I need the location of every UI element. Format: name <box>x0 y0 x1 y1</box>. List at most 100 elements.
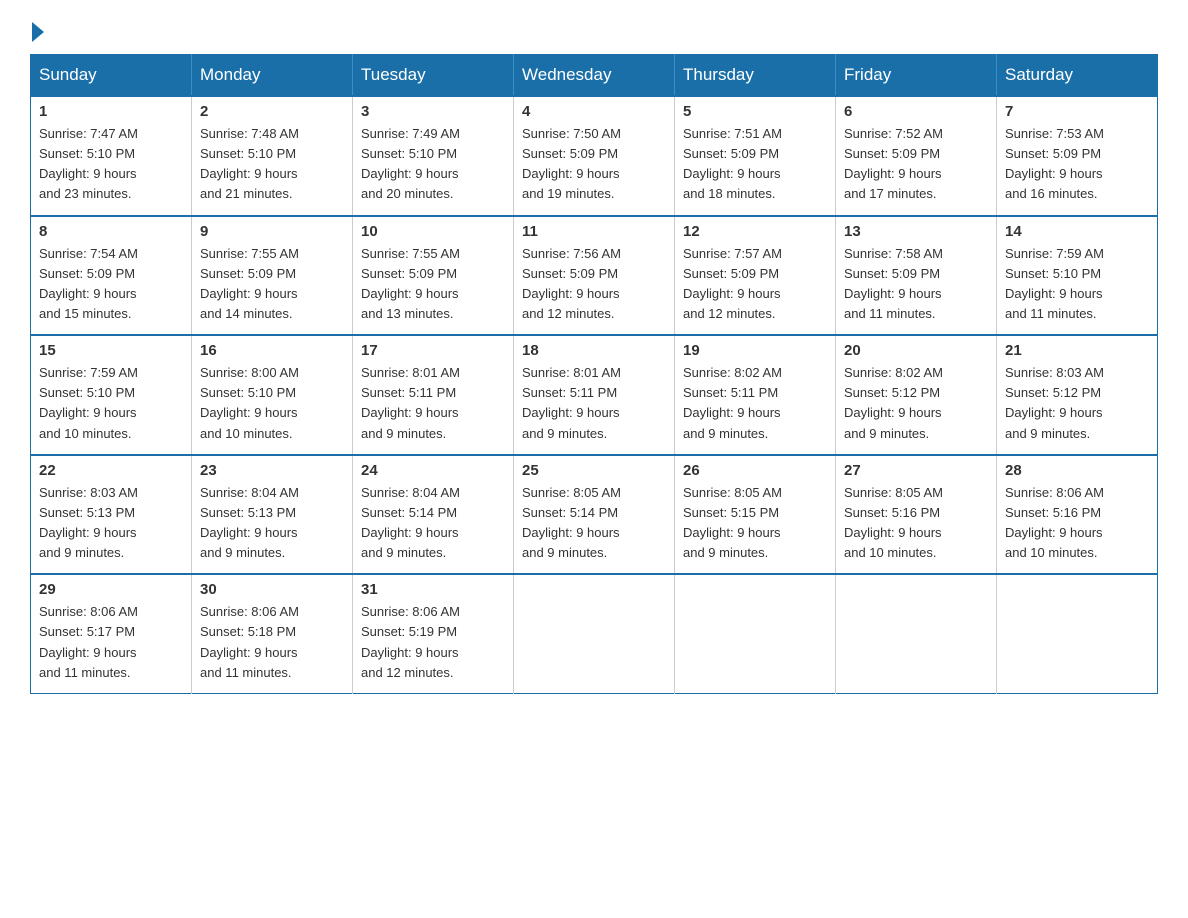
calendar-cell: 19 Sunrise: 8:02 AM Sunset: 5:11 PM Dayl… <box>675 335 836 455</box>
day-number: 18 <box>522 342 666 359</box>
day-number: 6 <box>844 103 988 120</box>
calendar-cell: 6 Sunrise: 7:52 AM Sunset: 5:09 PM Dayli… <box>836 96 997 216</box>
day-number: 9 <box>200 223 344 240</box>
calendar-week-2: 8 Sunrise: 7:54 AM Sunset: 5:09 PM Dayli… <box>31 216 1158 336</box>
day-info: Sunrise: 8:06 AM Sunset: 5:16 PM Dayligh… <box>1005 483 1149 564</box>
day-info: Sunrise: 8:05 AM Sunset: 5:16 PM Dayligh… <box>844 483 988 564</box>
day-number: 4 <box>522 103 666 120</box>
day-info: Sunrise: 8:01 AM Sunset: 5:11 PM Dayligh… <box>522 363 666 444</box>
day-info: Sunrise: 7:55 AM Sunset: 5:09 PM Dayligh… <box>200 244 344 325</box>
day-number: 7 <box>1005 103 1149 120</box>
day-info: Sunrise: 7:59 AM Sunset: 5:10 PM Dayligh… <box>1005 244 1149 325</box>
day-info: Sunrise: 7:59 AM Sunset: 5:10 PM Dayligh… <box>39 363 183 444</box>
calendar-cell: 25 Sunrise: 8:05 AM Sunset: 5:14 PM Dayl… <box>514 455 675 575</box>
day-info: Sunrise: 8:06 AM Sunset: 5:19 PM Dayligh… <box>361 602 505 683</box>
day-number: 26 <box>683 462 827 479</box>
day-info: Sunrise: 7:48 AM Sunset: 5:10 PM Dayligh… <box>200 124 344 205</box>
day-number: 13 <box>844 223 988 240</box>
calendar-cell: 13 Sunrise: 7:58 AM Sunset: 5:09 PM Dayl… <box>836 216 997 336</box>
calendar-cell: 3 Sunrise: 7:49 AM Sunset: 5:10 PM Dayli… <box>353 96 514 216</box>
calendar-cell: 27 Sunrise: 8:05 AM Sunset: 5:16 PM Dayl… <box>836 455 997 575</box>
calendar-cell: 12 Sunrise: 7:57 AM Sunset: 5:09 PM Dayl… <box>675 216 836 336</box>
day-info: Sunrise: 7:50 AM Sunset: 5:09 PM Dayligh… <box>522 124 666 205</box>
calendar-cell: 16 Sunrise: 8:00 AM Sunset: 5:10 PM Dayl… <box>192 335 353 455</box>
day-header-thursday: Thursday <box>675 55 836 97</box>
day-number: 3 <box>361 103 505 120</box>
day-number: 11 <box>522 223 666 240</box>
calendar-week-3: 15 Sunrise: 7:59 AM Sunset: 5:10 PM Dayl… <box>31 335 1158 455</box>
day-info: Sunrise: 8:06 AM Sunset: 5:18 PM Dayligh… <box>200 602 344 683</box>
day-header-sunday: Sunday <box>31 55 192 97</box>
calendar-cell: 21 Sunrise: 8:03 AM Sunset: 5:12 PM Dayl… <box>997 335 1158 455</box>
calendar-cell: 2 Sunrise: 7:48 AM Sunset: 5:10 PM Dayli… <box>192 96 353 216</box>
day-info: Sunrise: 7:55 AM Sunset: 5:09 PM Dayligh… <box>361 244 505 325</box>
calendar-cell: 15 Sunrise: 7:59 AM Sunset: 5:10 PM Dayl… <box>31 335 192 455</box>
calendar-cell: 17 Sunrise: 8:01 AM Sunset: 5:11 PM Dayl… <box>353 335 514 455</box>
calendar-cell: 11 Sunrise: 7:56 AM Sunset: 5:09 PM Dayl… <box>514 216 675 336</box>
day-number: 27 <box>844 462 988 479</box>
calendar-cell <box>514 574 675 693</box>
calendar-cell <box>997 574 1158 693</box>
calendar-cell <box>675 574 836 693</box>
day-info: Sunrise: 7:52 AM Sunset: 5:09 PM Dayligh… <box>844 124 988 205</box>
calendar-week-5: 29 Sunrise: 8:06 AM Sunset: 5:17 PM Dayl… <box>31 574 1158 693</box>
calendar-cell <box>836 574 997 693</box>
day-info: Sunrise: 7:56 AM Sunset: 5:09 PM Dayligh… <box>522 244 666 325</box>
calendar-cell: 28 Sunrise: 8:06 AM Sunset: 5:16 PM Dayl… <box>997 455 1158 575</box>
day-info: Sunrise: 8:04 AM Sunset: 5:14 PM Dayligh… <box>361 483 505 564</box>
calendar-cell: 23 Sunrise: 8:04 AM Sunset: 5:13 PM Dayl… <box>192 455 353 575</box>
calendar-cell: 4 Sunrise: 7:50 AM Sunset: 5:09 PM Dayli… <box>514 96 675 216</box>
day-number: 31 <box>361 581 505 598</box>
calendar-cell: 20 Sunrise: 8:02 AM Sunset: 5:12 PM Dayl… <box>836 335 997 455</box>
day-number: 10 <box>361 223 505 240</box>
logo-arrow-icon <box>32 22 44 42</box>
calendar-cell: 26 Sunrise: 8:05 AM Sunset: 5:15 PM Dayl… <box>675 455 836 575</box>
day-header-wednesday: Wednesday <box>514 55 675 97</box>
day-info: Sunrise: 8:05 AM Sunset: 5:15 PM Dayligh… <box>683 483 827 564</box>
day-number: 14 <box>1005 223 1149 240</box>
day-number: 20 <box>844 342 988 359</box>
day-number: 30 <box>200 581 344 598</box>
calendar-cell: 8 Sunrise: 7:54 AM Sunset: 5:09 PM Dayli… <box>31 216 192 336</box>
day-info: Sunrise: 7:57 AM Sunset: 5:09 PM Dayligh… <box>683 244 827 325</box>
day-number: 2 <box>200 103 344 120</box>
day-info: Sunrise: 8:03 AM Sunset: 5:13 PM Dayligh… <box>39 483 183 564</box>
day-info: Sunrise: 8:04 AM Sunset: 5:13 PM Dayligh… <box>200 483 344 564</box>
calendar-cell: 18 Sunrise: 8:01 AM Sunset: 5:11 PM Dayl… <box>514 335 675 455</box>
day-number: 28 <box>1005 462 1149 479</box>
day-number: 22 <box>39 462 183 479</box>
calendar-cell: 10 Sunrise: 7:55 AM Sunset: 5:09 PM Dayl… <box>353 216 514 336</box>
day-number: 23 <box>200 462 344 479</box>
calendar-cell: 29 Sunrise: 8:06 AM Sunset: 5:17 PM Dayl… <box>31 574 192 693</box>
day-info: Sunrise: 8:05 AM Sunset: 5:14 PM Dayligh… <box>522 483 666 564</box>
day-info: Sunrise: 8:02 AM Sunset: 5:12 PM Dayligh… <box>844 363 988 444</box>
day-number: 12 <box>683 223 827 240</box>
day-info: Sunrise: 8:02 AM Sunset: 5:11 PM Dayligh… <box>683 363 827 444</box>
day-number: 15 <box>39 342 183 359</box>
day-info: Sunrise: 7:54 AM Sunset: 5:09 PM Dayligh… <box>39 244 183 325</box>
calendar-week-1: 1 Sunrise: 7:47 AM Sunset: 5:10 PM Dayli… <box>31 96 1158 216</box>
calendar-table: SundayMondayTuesdayWednesdayThursdayFrid… <box>30 54 1158 694</box>
day-number: 19 <box>683 342 827 359</box>
day-number: 25 <box>522 462 666 479</box>
day-number: 21 <box>1005 342 1149 359</box>
calendar-cell: 31 Sunrise: 8:06 AM Sunset: 5:19 PM Dayl… <box>353 574 514 693</box>
day-number: 17 <box>361 342 505 359</box>
page-header <box>30 20 1158 36</box>
day-info: Sunrise: 7:49 AM Sunset: 5:10 PM Dayligh… <box>361 124 505 205</box>
day-number: 8 <box>39 223 183 240</box>
calendar-cell: 24 Sunrise: 8:04 AM Sunset: 5:14 PM Dayl… <box>353 455 514 575</box>
day-number: 29 <box>39 581 183 598</box>
day-number: 16 <box>200 342 344 359</box>
calendar-week-4: 22 Sunrise: 8:03 AM Sunset: 5:13 PM Dayl… <box>31 455 1158 575</box>
day-info: Sunrise: 8:00 AM Sunset: 5:10 PM Dayligh… <box>200 363 344 444</box>
day-number: 5 <box>683 103 827 120</box>
calendar-cell: 1 Sunrise: 7:47 AM Sunset: 5:10 PM Dayli… <box>31 96 192 216</box>
calendar-cell: 7 Sunrise: 7:53 AM Sunset: 5:09 PM Dayli… <box>997 96 1158 216</box>
day-info: Sunrise: 8:01 AM Sunset: 5:11 PM Dayligh… <box>361 363 505 444</box>
day-header-tuesday: Tuesday <box>353 55 514 97</box>
calendar-header-row: SundayMondayTuesdayWednesdayThursdayFrid… <box>31 55 1158 97</box>
calendar-cell: 30 Sunrise: 8:06 AM Sunset: 5:18 PM Dayl… <box>192 574 353 693</box>
day-header-monday: Monday <box>192 55 353 97</box>
calendar-cell: 9 Sunrise: 7:55 AM Sunset: 5:09 PM Dayli… <box>192 216 353 336</box>
